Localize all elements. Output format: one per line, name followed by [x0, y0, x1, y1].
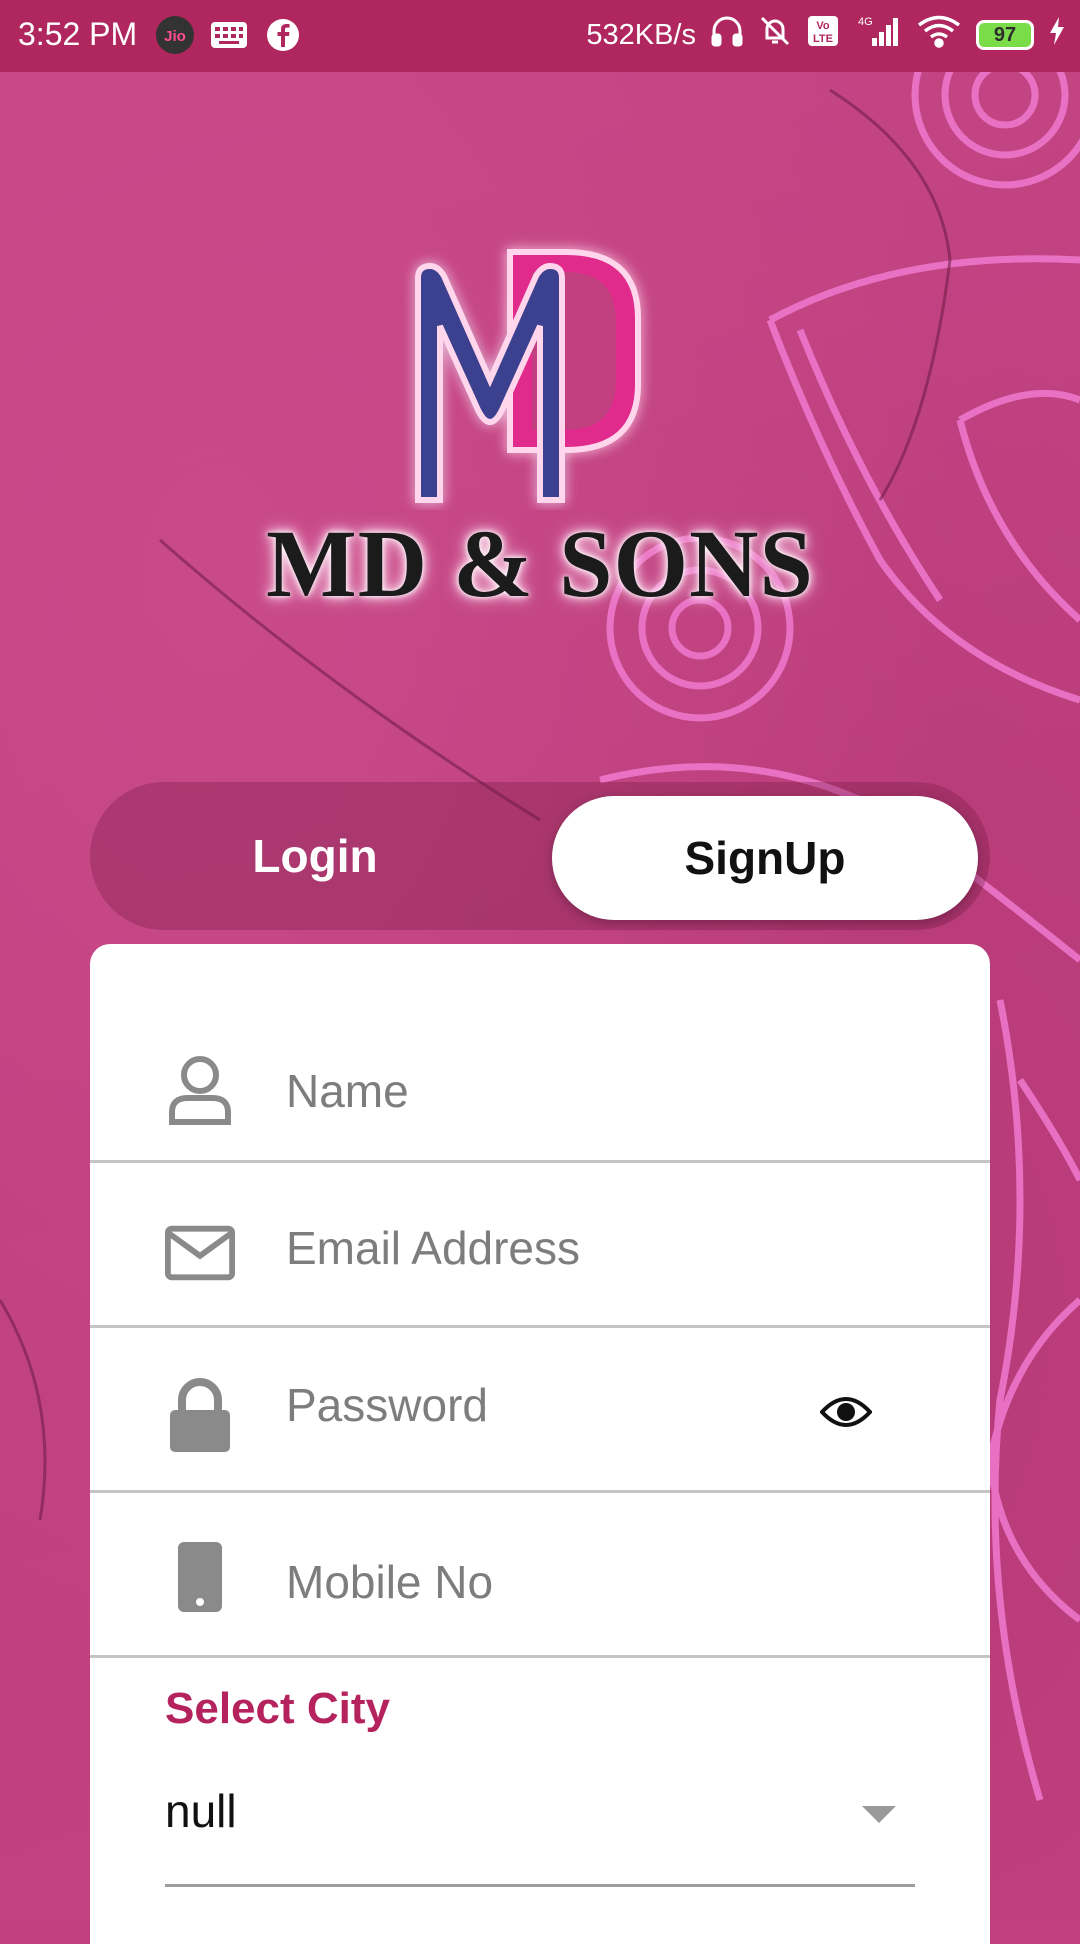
signal-icon: 4G: [854, 14, 902, 56]
tab-login[interactable]: Login: [90, 782, 540, 930]
facebook-icon: [266, 16, 300, 54]
email-placeholder: Email Address: [286, 1222, 581, 1274]
email-field[interactable]: Email Address: [90, 1163, 990, 1328]
select-city-label: Select City: [165, 1684, 390, 1733]
svg-text:Vo: Vo: [816, 20, 830, 32]
status-right-group: 532KB/s Vo LTE 4G 97: [586, 14, 1066, 56]
city-dropdown-underline: [165, 1884, 915, 1887]
auth-tabs: Login SignUp: [90, 782, 990, 930]
headphones-icon: [710, 14, 744, 56]
eye-icon[interactable]: [819, 1394, 873, 1435]
mobile-field[interactable]: Mobile No: [90, 1493, 990, 1658]
wifi-icon: [916, 14, 962, 56]
status-time: 3:52 PM: [18, 16, 138, 52]
mobile-placeholder: Mobile No: [286, 1556, 494, 1608]
phone-icon: [164, 1541, 236, 1613]
svg-text:LTE: LTE: [813, 33, 833, 45]
lock-icon: [164, 1378, 236, 1452]
status-bar: 3:52 PM Jio 532KB/s Vo LTE 4G 97: [0, 0, 1080, 72]
name-field[interactable]: Name: [90, 944, 990, 1163]
battery-icon: 97: [976, 20, 1034, 50]
signup-form-card: Name Email Address Password Mobile No Se…: [90, 944, 990, 1944]
keyboard-icon: [210, 16, 248, 54]
charging-icon: [1048, 16, 1066, 54]
mail-icon: [164, 1217, 236, 1289]
city-dropdown-value[interactable]: null: [165, 1784, 237, 1838]
dropdown-arrow-icon[interactable]: [862, 1806, 896, 1823]
name-placeholder: Name: [286, 1065, 409, 1117]
battery-level: 97: [993, 23, 1017, 46]
volte-icon: Vo LTE: [806, 14, 840, 56]
mute-icon: [758, 14, 792, 56]
password-placeholder: Password: [286, 1379, 488, 1431]
jio-badge-icon: Jio: [156, 16, 194, 54]
tab-signup[interactable]: SignUp: [552, 796, 978, 920]
net-speed: 532KB/s: [586, 18, 696, 51]
jio-badge-text: Jio: [164, 28, 186, 45]
network-type-text: 4G: [858, 16, 873, 28]
brand-name: MD & SONS: [266, 510, 814, 617]
password-field[interactable]: Password: [90, 1328, 990, 1493]
user-icon: [164, 1054, 236, 1126]
